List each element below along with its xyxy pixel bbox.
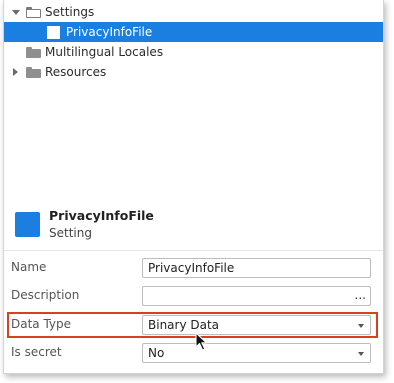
element-title: PrivacyInfoFile — [49, 208, 154, 223]
divider — [4, 250, 383, 251]
tree-item-label: Multilingual Locales — [45, 45, 164, 59]
description-input[interactable]: ... — [142, 286, 371, 306]
tree-item-multilingual-locales[interactable]: Multilingual Locales — [4, 42, 383, 62]
property-label: Name — [11, 260, 47, 274]
folder-icon — [26, 67, 41, 78]
is-secret-value: No — [148, 346, 165, 360]
expand-arrow-icon[interactable] — [12, 10, 20, 15]
tree-view: Settings PrivacyInfoFile Multilingual Lo… — [4, 0, 383, 190]
property-name: Name PrivacyInfoFile — [4, 255, 383, 281]
data-type-highlight — [7, 312, 378, 338]
property-label: Is secret — [11, 345, 62, 359]
tree-item-label: Resources — [45, 65, 107, 79]
name-value: PrivacyInfoFile — [148, 261, 235, 275]
tree-item-settings[interactable]: Settings — [4, 2, 383, 22]
folder-open-icon — [26, 7, 41, 18]
tree-item-privacyinfofile[interactable]: PrivacyInfoFile — [4, 22, 383, 42]
chevron-down-icon — [358, 352, 364, 356]
tree-item-label: Settings — [45, 5, 95, 19]
tree-item-label: PrivacyInfoFile — [66, 25, 153, 39]
property-label: Description — [11, 288, 80, 302]
properties-panel: Settings PrivacyInfoFile Multilingual Lo… — [3, 0, 384, 374]
mouse-cursor-icon — [195, 332, 208, 351]
is-secret-select[interactable]: No — [142, 343, 371, 363]
property-description: Description ... — [4, 283, 383, 309]
property-is-secret: Is secret No — [4, 340, 383, 366]
folder-icon — [26, 47, 41, 58]
selection-header: PrivacyInfoFile Setting — [4, 200, 383, 250]
name-input[interactable]: PrivacyInfoFile — [142, 258, 371, 278]
description-more-button[interactable]: ... — [355, 288, 366, 302]
element-type: Setting — [49, 226, 92, 240]
setting-icon — [47, 26, 60, 39]
setting-large-icon — [15, 212, 40, 237]
collapse-arrow-icon[interactable] — [13, 68, 18, 76]
tree-item-resources[interactable]: Resources — [4, 62, 383, 82]
